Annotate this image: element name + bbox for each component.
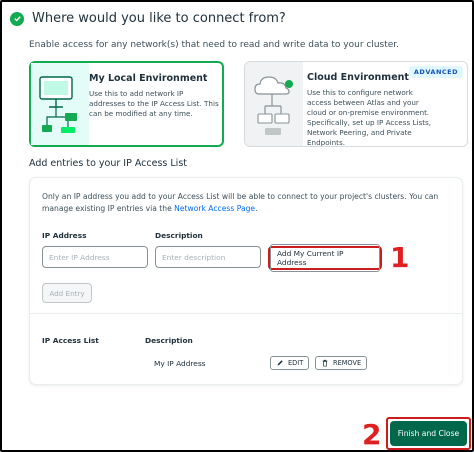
access-list-section-title: Add entries to your IP Access List bbox=[29, 158, 187, 169]
trash-icon bbox=[322, 359, 328, 367]
page-title: Where would you like to connect from? bbox=[32, 11, 286, 26]
remove-button[interactable]: REMOVE bbox=[315, 356, 368, 370]
local-environment-illustration bbox=[31, 63, 89, 145]
annotation-step-2: 2 bbox=[362, 418, 382, 451]
access-list-intro: Only an IP address you add to your Acces… bbox=[42, 191, 452, 215]
modal-frame: Where would you like to connect from? En… bbox=[0, 0, 474, 452]
page-subtitle: Enable access for any network(s) that ne… bbox=[29, 40, 400, 50]
header: Where would you like to connect from? bbox=[10, 11, 286, 26]
ip-address-label: IP Address bbox=[42, 231, 87, 240]
description-header: Description bbox=[145, 336, 193, 345]
intro-end: . bbox=[255, 204, 258, 213]
check-circle-icon bbox=[10, 11, 24, 26]
advanced-badge: ADVANCED bbox=[408, 66, 463, 78]
edit-label: EDIT bbox=[288, 359, 304, 367]
add-current-ip-label: Add My Current IP Address bbox=[270, 244, 380, 272]
pencil-icon bbox=[277, 360, 283, 366]
divider bbox=[30, 313, 462, 314]
ip-address-input[interactable] bbox=[42, 246, 148, 268]
add-entry-button[interactable]: Add Entry bbox=[42, 283, 92, 303]
local-environment-title: My Local Environment bbox=[89, 73, 208, 84]
cloud-environment-description: Use this to configure network access bet… bbox=[307, 88, 432, 147]
access-list-panel: Only an IP address you add to your Acces… bbox=[29, 177, 463, 385]
description-input[interactable] bbox=[155, 246, 261, 268]
description-label: Description bbox=[155, 231, 203, 240]
add-current-ip-button[interactable]: Add My Current IP Address bbox=[268, 244, 382, 272]
cloud-environment-card[interactable]: Cloud Environment Use this to configure … bbox=[244, 61, 468, 147]
row-description: My IP Address bbox=[154, 359, 206, 368]
edit-button[interactable]: EDIT bbox=[270, 356, 310, 370]
finish-and-close-button[interactable]: Finish and Close bbox=[390, 421, 467, 446]
cloud-environment-title: Cloud Environment bbox=[307, 72, 409, 83]
remove-label: REMOVE bbox=[333, 359, 362, 367]
local-environment-description: Use this to add network IP addresses to … bbox=[89, 89, 219, 118]
cloud-environment-illustration bbox=[245, 62, 303, 146]
annotation-step-1: 1 bbox=[390, 241, 410, 274]
network-access-page-link[interactable]: Network Access Page bbox=[174, 204, 255, 213]
ip-access-list-header: IP Access List bbox=[42, 336, 99, 345]
local-environment-card[interactable]: My Local Environment Use this to add net… bbox=[29, 61, 224, 147]
finish-highlight: Finish and Close bbox=[386, 417, 471, 450]
